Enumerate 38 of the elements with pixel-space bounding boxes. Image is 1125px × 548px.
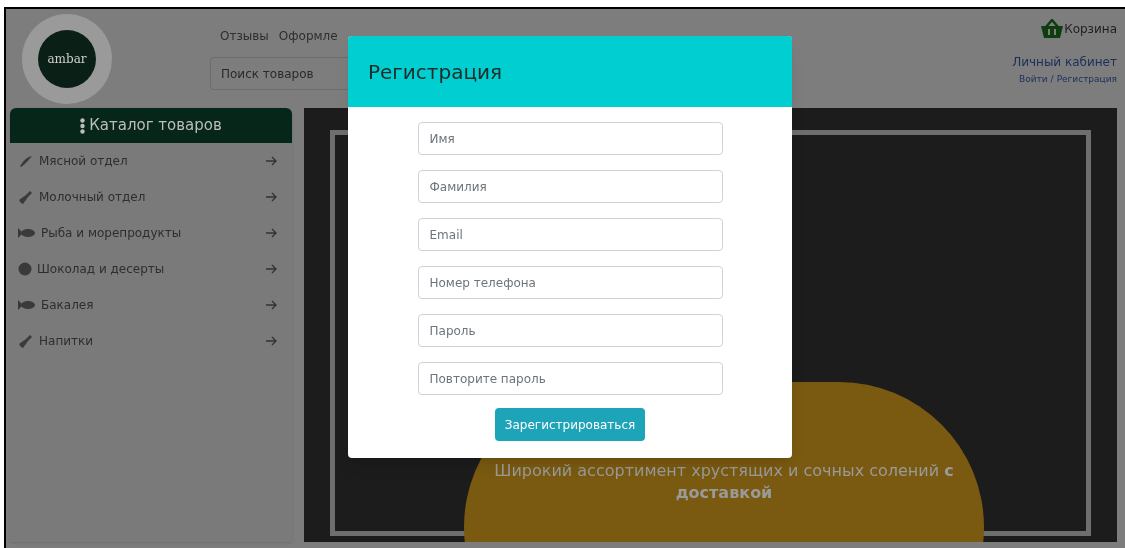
arrow-right-icon [266, 336, 278, 346]
bottle-icon [18, 334, 34, 348]
register-link[interactable]: Регистрация [1056, 73, 1117, 87]
logo-text: ambar [47, 50, 87, 68]
separator: / [1050, 73, 1054, 86]
arrow-right-icon [266, 228, 278, 238]
arrow-right-icon [266, 156, 278, 166]
input-field[interactable]: Email [417, 218, 723, 251]
arrow-right-icon [266, 192, 278, 202]
fish-icon [18, 299, 36, 311]
input-field[interactable]: Повторите пароль [417, 362, 723, 395]
input-field[interactable]: Пароль [417, 314, 723, 347]
cookie-icon [18, 262, 32, 276]
nav-link[interactable]: Отзывы [220, 27, 269, 45]
cart-link[interactable]: Корзина [1040, 19, 1117, 39]
catalog-item[interactable]: Мясной отдел [10, 143, 292, 179]
catalog-item[interactable]: Бакалея [10, 287, 292, 323]
catalog-item[interactable]: Молочный отдел [10, 179, 292, 215]
arrow-right-icon [266, 264, 278, 274]
basket-icon [1040, 19, 1065, 39]
arrow-right-icon [266, 300, 278, 310]
logo[interactable]: ambar [22, 13, 112, 104]
catalog-item[interactable]: Шоколад и десерты [10, 251, 292, 287]
register-button[interactable]: Зарегистрироваться [494, 408, 646, 441]
banner-text: Широкий ассортимент хрустящих и сочных солений с доставкой [494, 461, 954, 502]
catalog-header[interactable]: Каталог товаров [10, 108, 292, 143]
catalog-item[interactable]: Напитки [10, 323, 292, 359]
input-field[interactable]: Имя [417, 122, 723, 155]
input-field[interactable]: Номер телефона [417, 266, 723, 299]
login-link[interactable]: Войти [1018, 73, 1048, 87]
bottle-icon [18, 190, 34, 204]
account-link[interactable]: Личный кабинет [1012, 53, 1117, 71]
nav-link[interactable]: Оформле [278, 27, 338, 45]
fish-icon [18, 227, 36, 239]
dots-icon [80, 117, 86, 134]
modal-title: Регистрация [368, 58, 503, 86]
input-field[interactable]: Фамилия [417, 170, 723, 203]
catalog-item[interactable]: Рыба и морепродукты [10, 215, 292, 251]
